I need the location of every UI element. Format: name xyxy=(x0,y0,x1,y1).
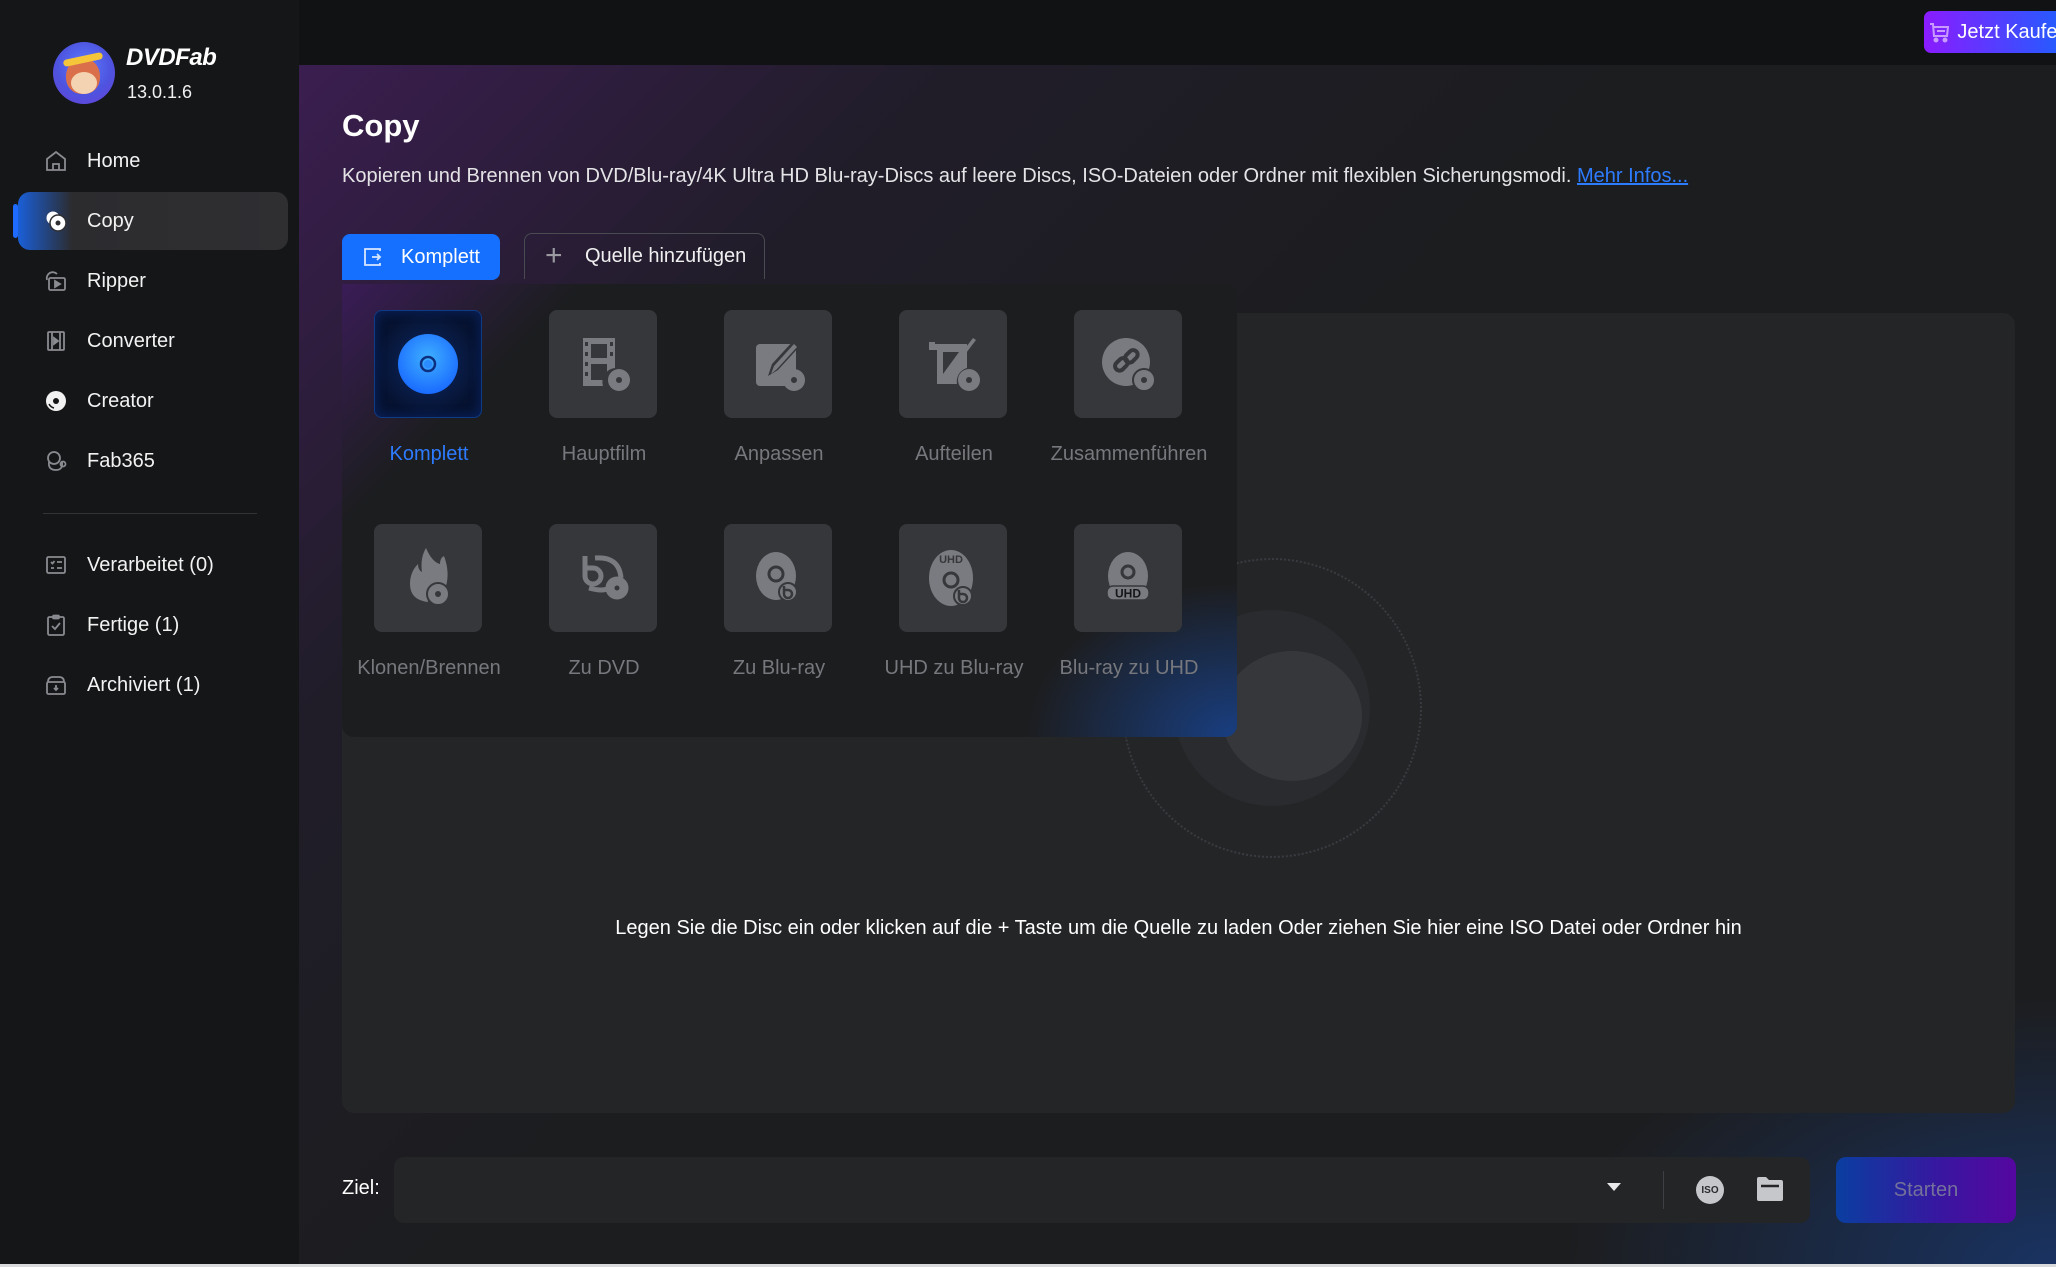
page-title: Copy xyxy=(342,108,420,143)
copy-mode-button[interactable]: Komplett xyxy=(342,234,500,280)
sidebar-item-converter[interactable]: Converter xyxy=(18,312,288,370)
description-text: Kopieren und Brennen von DVD/Blu-ray/4K … xyxy=(342,165,1572,187)
fab365-icon xyxy=(47,451,67,471)
copy-disc-icon xyxy=(46,211,67,232)
task-list-icon xyxy=(46,556,66,574)
mode-label: Zusammenführen xyxy=(1050,443,1208,465)
copy-mode-dropdown-panel: Komplett Hauptfilm Anpassen Aufteilen Zu… xyxy=(342,284,1237,737)
plus-icon: + xyxy=(545,239,563,272)
mode-tile-zusammenfuehren[interactable]: Zusammenführen xyxy=(1042,310,1216,490)
mode-tile-zu-bluray[interactable]: Zu Blu-ray xyxy=(692,524,866,704)
mode-tile-komplett[interactable]: Komplett xyxy=(342,310,516,490)
app-version: 13.0.1.6 xyxy=(127,82,193,102)
svg-text:UHD: UHD xyxy=(1115,587,1141,601)
clipboard-check-icon xyxy=(47,614,65,636)
mode-tile-icon-box xyxy=(374,310,482,418)
sidebar-item-label: Ripper xyxy=(87,269,146,292)
mode-tile-anpassen[interactable]: Anpassen xyxy=(692,310,866,490)
sidebar-item-label: Verarbeitet (0) xyxy=(87,553,214,576)
more-info-link[interactable]: Mehr Infos... xyxy=(1577,165,1688,187)
dropdown-arrow-icon[interactable] xyxy=(1607,1183,1621,1191)
dvdfab-window: DVDFab 13.0.1.6 Home Copy Ripper Convert… xyxy=(0,0,2056,1264)
customize-icon xyxy=(756,340,805,391)
start-button[interactable]: Starten xyxy=(1836,1157,2016,1223)
iso-output-button[interactable]: ISO xyxy=(1696,1176,1724,1204)
to-dvd-icon xyxy=(582,555,629,600)
sidebar-item-label: Home xyxy=(87,149,141,172)
film-icon xyxy=(47,331,65,351)
mode-tile-icon-box: UHD xyxy=(899,524,1007,632)
sidebar-item-home[interactable]: Home xyxy=(18,132,288,190)
main-movie-icon xyxy=(583,338,630,391)
buy-now-label: Jetzt Kaufen xyxy=(1957,20,2056,43)
mode-tile-icon-box xyxy=(724,310,832,418)
sidebar-divider xyxy=(43,513,257,514)
full-disc-icon xyxy=(398,334,458,394)
sidebar-item-label: Converter xyxy=(87,329,175,352)
clone-burn-icon xyxy=(410,548,450,606)
mode-tile-zu-dvd[interactable]: Zu DVD xyxy=(517,524,691,704)
sidebar-item-verarbeitet[interactable]: Verarbeitet (0) xyxy=(18,536,288,594)
mode-tile-icon-box: UHD xyxy=(1074,524,1182,632)
merge-icon xyxy=(1102,338,1156,392)
add-source-label: Quelle hinzufügen xyxy=(585,245,747,267)
mode-tile-hauptfilm[interactable]: Hauptfilm xyxy=(517,310,691,490)
sidebar-item-label: Copy xyxy=(87,209,134,232)
mode-tile-icon-box xyxy=(374,524,482,632)
folder-icon[interactable] xyxy=(1756,1176,1784,1202)
mode-tile-icon-box xyxy=(1074,310,1182,418)
target-separator xyxy=(1663,1171,1664,1209)
dvdfab-logo-icon xyxy=(53,42,115,104)
creator-disc-icon xyxy=(46,391,66,411)
home-icon xyxy=(46,150,66,171)
mode-tile-uhd-zu-bluray[interactable]: UHD UHD zu Blu-ray xyxy=(867,524,1041,704)
buy-now-button[interactable]: Jetzt Kaufen xyxy=(1924,11,2056,53)
sidebar-item-fertige[interactable]: Fertige (1) xyxy=(18,596,288,654)
mode-label: Blu-ray zu UHD xyxy=(1059,657,1199,679)
mode-select-icon xyxy=(364,248,382,266)
main-content: Copy Kopieren und Brennen von DVD/Blu-ra… xyxy=(299,65,2056,1264)
iso-icon: ISO xyxy=(1701,1184,1719,1196)
add-source-button[interactable]: + Quelle hinzufügen xyxy=(524,233,765,279)
bluray-to-uhd-icon: UHD xyxy=(1106,552,1150,601)
mode-tile-aufteilen[interactable]: Aufteilen xyxy=(867,310,1041,490)
sidebar: DVDFab 13.0.1.6 Home Copy Ripper Convert… xyxy=(0,0,299,1264)
mode-tile-klonen-brennen[interactable]: Klonen/Brennen xyxy=(342,524,516,704)
to-bluray-icon xyxy=(756,552,798,602)
mode-tile-icon-box xyxy=(899,310,1007,418)
title-bar: Jetzt Kaufen xyxy=(299,0,2056,65)
sidebar-item-creator[interactable]: Creator xyxy=(18,372,288,430)
sidebar-item-copy[interactable]: Copy xyxy=(13,192,288,250)
target-label: Ziel: xyxy=(342,1177,380,1199)
archive-icon xyxy=(46,676,66,695)
brand-name: DVDFab xyxy=(126,44,217,71)
page-description: Kopieren und Brennen von DVD/Blu-ray/4K … xyxy=(342,165,1688,188)
sidebar-item-ripper[interactable]: Ripper xyxy=(18,252,288,310)
target-selector: ISO xyxy=(394,1157,1810,1223)
svg-text:UHD: UHD xyxy=(939,554,963,566)
split-icon xyxy=(929,338,980,391)
target-path-input[interactable] xyxy=(394,1157,1664,1223)
cart-icon xyxy=(1930,23,1950,43)
drop-hint-text: Legen Sie die Disc ein oder klicken auf … xyxy=(615,917,1742,939)
copy-mode-label: Komplett xyxy=(401,245,480,268)
sidebar-item-fab365[interactable]: Fab365 xyxy=(18,432,288,490)
mode-tile-icon-box xyxy=(549,524,657,632)
mode-tile-icon-box xyxy=(549,310,657,418)
disc-center-decoration xyxy=(1222,651,1362,781)
sidebar-item-label: Archiviert (1) xyxy=(87,673,201,696)
sidebar-item-label: Fab365 xyxy=(87,449,155,472)
mode-tile-bluray-zu-uhd[interactable]: UHD Blu-ray zu UHD xyxy=(1042,524,1216,704)
uhd-to-bluray-icon: UHD xyxy=(929,550,973,606)
sidebar-item-label: Creator xyxy=(87,389,154,412)
sidebar-item-archiviert[interactable]: Archiviert (1) xyxy=(18,656,288,714)
sidebar-item-label: Fertige (1) xyxy=(87,613,180,636)
ripper-icon xyxy=(45,271,66,291)
mode-tile-icon-box xyxy=(724,524,832,632)
